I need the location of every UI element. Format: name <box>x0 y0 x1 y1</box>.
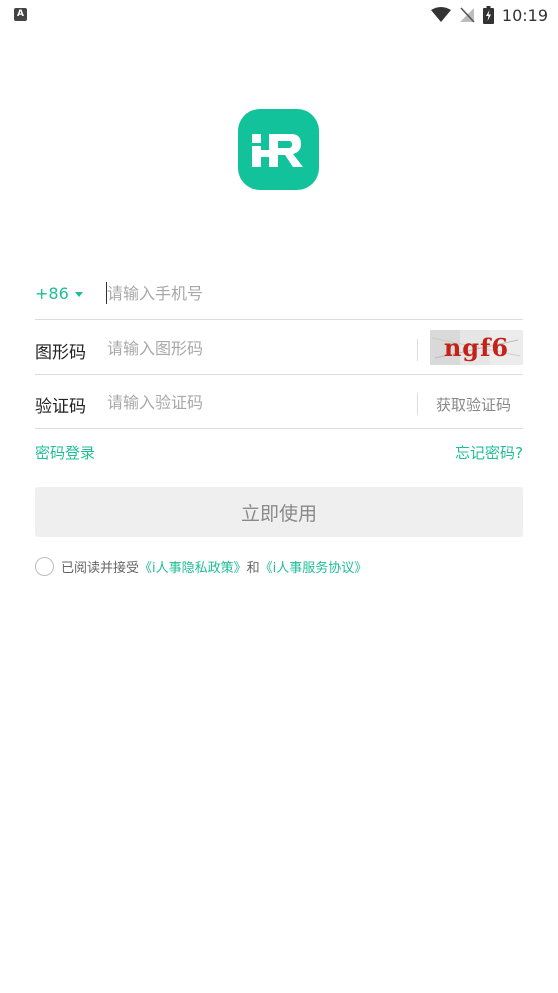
agreement-row: 已阅读并接受 《i人事隐私政策》 和 《i人事服务协议》 <box>35 556 367 576</box>
get-code-button[interactable]: 获取验证码 <box>436 394 511 415</box>
password-login-link[interactable]: 密码登录 <box>35 442 95 463</box>
forgot-password-link[interactable]: 忘记密码? <box>455 442 523 463</box>
sms-code-label: 验证码 <box>35 397 86 417</box>
country-code-selector[interactable]: +86 <box>35 284 83 303</box>
status-icons: 10:19 <box>430 4 548 26</box>
captcha-code: ngf6 <box>443 333 510 362</box>
clock: 10:19 <box>501 5 548 25</box>
submit-button[interactable]: 立即使用 <box>35 487 523 537</box>
captcha-input[interactable] <box>107 334 407 362</box>
no-signal-icon <box>459 7 475 23</box>
battery-icon <box>482 6 494 24</box>
agreement-prefix: 已阅读并接受 <box>61 560 140 576</box>
ir-logo-icon <box>252 134 303 167</box>
text-cursor <box>106 282 107 304</box>
app-notification-icon: A <box>14 8 27 21</box>
divider <box>417 339 418 361</box>
divider <box>417 393 418 415</box>
service-agreement-link[interactable]: 《i人事服务协议》 <box>260 557 368 576</box>
sms-code-row: 验证码 获取验证码 <box>35 375 523 429</box>
login-links: 密码登录 忘记密码? <box>35 442 523 464</box>
privacy-policy-link[interactable]: 《i人事隐私政策》 <box>139 557 247 576</box>
status-bar: A 10:19 <box>0 0 558 30</box>
app-logo <box>238 109 319 190</box>
wifi-icon <box>430 7 451 22</box>
agree-checkbox[interactable] <box>35 556 54 576</box>
country-code-label: +86 <box>35 284 69 303</box>
phone-input[interactable] <box>107 279 507 307</box>
sms-code-input[interactable] <box>107 388 407 416</box>
agreement-conjunction: 和 <box>246 560 260 576</box>
captcha-image[interactable]: ngf6 <box>430 330 523 365</box>
captcha-row: 图形码 ngf6 <box>35 321 523 375</box>
caret-down-icon <box>74 292 83 297</box>
phone-row: +86 <box>35 266 523 320</box>
captcha-label: 图形码 <box>35 343 86 363</box>
